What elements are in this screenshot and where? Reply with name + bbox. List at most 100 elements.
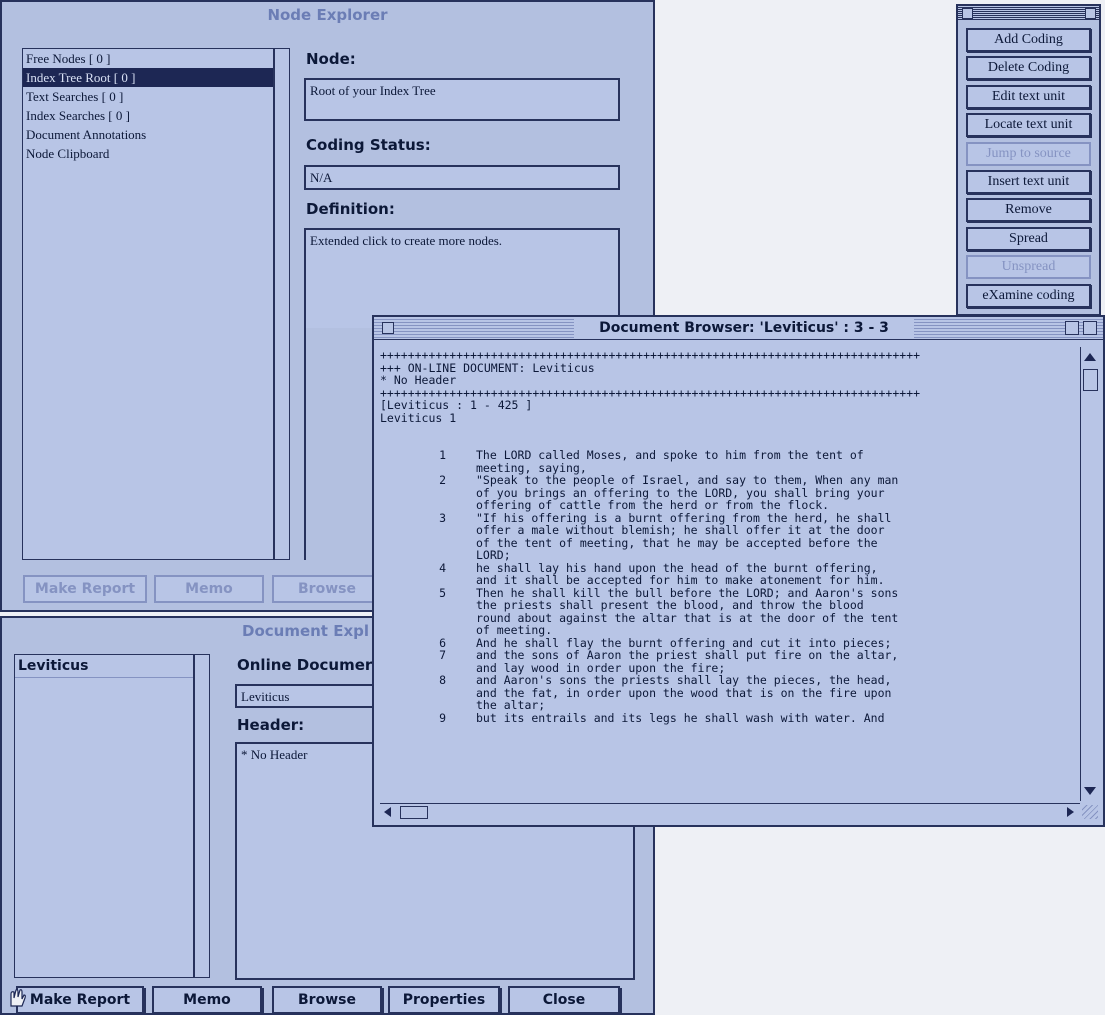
palette-button[interactable]: Delete Coding <box>966 56 1091 81</box>
doc-make-report-button[interactable]: Make Report <box>16 986 144 1014</box>
verse-number <box>380 499 476 512</box>
verse-line: and it shall be accepted for him to make… <box>380 574 1080 587</box>
online-document-label: Online Documer <box>237 656 373 674</box>
browse-button[interactable]: Browse <box>272 575 382 603</box>
verse-text: of meeting. <box>476 623 553 637</box>
browser-titlebar[interactable]: Document Browser: 'Leviticus' : 3 - 3 <box>374 317 1103 340</box>
document-range: [Leviticus : 1 - 425 ] <box>380 398 533 412</box>
verse-number <box>380 624 476 637</box>
verse-number <box>380 462 476 475</box>
tree-item[interactable]: Index Searches [ 0 ] <box>23 106 273 125</box>
scroll-right-arrow-icon[interactable] <box>1067 807 1074 817</box>
verse-number: 6 <box>439 635 446 650</box>
tree-item[interactable]: Free Nodes [ 0 ] <box>23 49 273 68</box>
scroll-left-arrow-icon[interactable] <box>384 807 391 817</box>
verse-line: offer a male without blemish; he shall o… <box>380 524 1080 537</box>
verse-text: the altar; <box>476 698 546 712</box>
doc-browse-button[interactable]: Browse <box>272 986 382 1014</box>
verse-number: 8 <box>439 673 446 687</box>
palette-close-box[interactable] <box>962 8 973 19</box>
browser-vscrollbar[interactable] <box>1080 347 1099 801</box>
separator-rule: ++++++++++++++++++++++++++++++++++++++++… <box>380 349 921 362</box>
doc-memo-button[interactable]: Memo <box>152 986 262 1014</box>
palette-button[interactable]: Unspread <box>966 255 1091 280</box>
node-tree-scrollbar[interactable] <box>274 48 290 560</box>
palette-button[interactable]: Spread <box>966 226 1091 251</box>
node-explorer-title[interactable]: Node Explorer <box>2 2 653 28</box>
hscroll-thumb[interactable] <box>400 806 428 819</box>
verse-line: the priests shall present the blood, and… <box>380 599 1080 612</box>
document-list-item[interactable]: Leviticus <box>15 655 193 678</box>
tree-item[interactable]: Text Searches [ 0 ] <box>23 87 273 106</box>
coding-palette-window: Add Coding Delete Coding Edit text unit Loc… <box>956 4 1101 316</box>
verse-line: 2 "Speak to the people of Israel, and say… <box>380 474 1080 487</box>
document-browser-window: Document Browser: 'Leviticus' : 3 - 3 ++… <box>372 315 1105 827</box>
verse-line: offering of cattle from the herd or from… <box>380 499 1080 512</box>
palette-button[interactable]: Remove <box>966 198 1091 223</box>
doc-close-button[interactable]: Close <box>508 986 620 1014</box>
make-report-button[interactable]: Make Report <box>23 575 147 603</box>
verse-line: LORD; <box>380 549 1080 562</box>
verse-number: 1 <box>439 448 446 462</box>
node-field[interactable]: Root of your Index Tree <box>304 78 620 121</box>
palette-button[interactable]: Add Coding <box>966 28 1091 52</box>
scroll-up-arrow-icon[interactable] <box>1084 353 1096 361</box>
verse-number <box>380 687 476 700</box>
coding-status-field[interactable]: N/A <box>304 165 620 190</box>
palette-zoom-box[interactable] <box>1085 8 1096 19</box>
scroll-down-arrow-icon[interactable] <box>1084 787 1096 795</box>
verse-text: the priests shall present the blood, and… <box>476 598 864 612</box>
palette-button[interactable]: eXamine coding <box>966 283 1091 308</box>
node-label: Node: <box>306 50 356 68</box>
browser-hscrollbar[interactable] <box>380 803 1080 820</box>
verse-text: offer a male without blemish; he shall o… <box>476 523 885 537</box>
verse-number <box>380 599 476 612</box>
palette-button[interactable]: Edit text unit <box>966 84 1091 109</box>
doc-properties-button[interactable]: Properties <box>388 986 500 1014</box>
verse-number: 7 <box>439 648 446 662</box>
vscroll-thumb[interactable] <box>1083 369 1098 391</box>
chapter-heading: Leviticus 1 <box>380 410 457 425</box>
verse-text: of the tent of meeting, that he may be a… <box>476 535 878 550</box>
palette-button[interactable]: Jump to source <box>966 141 1091 166</box>
coding-status-label: Coding Status: <box>306 136 431 154</box>
online-document-field[interactable]: Leviticus <box>235 684 377 708</box>
tree-item[interactable]: Index Tree Root [ 0 ] <box>23 68 273 87</box>
verse-number <box>380 524 476 537</box>
resize-grip-icon[interactable] <box>1082 805 1098 819</box>
verse-text: and the sons of Aaron the priest shall p… <box>476 648 899 662</box>
verse-line: the altar; <box>380 699 1080 712</box>
palette-titlebar[interactable] <box>958 6 1099 20</box>
document-list[interactable]: Leviticus <box>14 654 194 978</box>
verse-number <box>380 612 476 625</box>
verse-text: and Aaron's sons the priests shall lay t… <box>476 673 892 687</box>
browser-zoom-box[interactable] <box>1065 321 1079 335</box>
document-list-scrollbar[interactable] <box>194 654 210 978</box>
verse-line: 9 but its entrails and its legs he shall … <box>380 710 1080 725</box>
browser-collapse-box[interactable] <box>1083 321 1097 335</box>
definition-field-edge <box>304 328 306 560</box>
tree-item[interactable]: Document Annotations <box>23 125 273 144</box>
document-header-line: +++ ON-LINE DOCUMENT: Leviticus <box>380 360 595 375</box>
definition-label: Definition: <box>306 200 395 218</box>
document-header-line: * No Header <box>380 373 457 387</box>
memo-button[interactable]: Memo <box>154 575 264 603</box>
verse-text: LORD; <box>476 548 511 562</box>
verse-line: 7 and the sons of Aaron the priest shall … <box>380 649 1080 662</box>
definition-field[interactable]: Extended click to create more nodes. <box>304 228 620 328</box>
verse-text: and it shall be accepted for him to make… <box>476 573 885 587</box>
tree-item[interactable]: Node Clipboard <box>23 144 273 163</box>
palette-button[interactable]: Locate text unit <box>966 113 1091 138</box>
verse-line: of meeting. <box>380 624 1080 637</box>
verse-number <box>380 699 476 712</box>
palette-button[interactable]: Insert text unit <box>966 170 1091 194</box>
verse-number: 9 <box>439 710 446 725</box>
verse-number <box>380 662 476 675</box>
verse-number <box>380 487 476 500</box>
cursor-icon <box>8 986 28 1010</box>
browser-close-box[interactable] <box>382 322 394 334</box>
document-explorer-title[interactable]: Document Expl <box>242 618 392 644</box>
node-tree-list[interactable]: Free Nodes [ 0 ] Index Tree Root [ 0 ] Tex… <box>22 48 274 560</box>
browser-text-area[interactable]: ++++++++++++++++++++++++++++++++++++++++… <box>380 349 1080 799</box>
